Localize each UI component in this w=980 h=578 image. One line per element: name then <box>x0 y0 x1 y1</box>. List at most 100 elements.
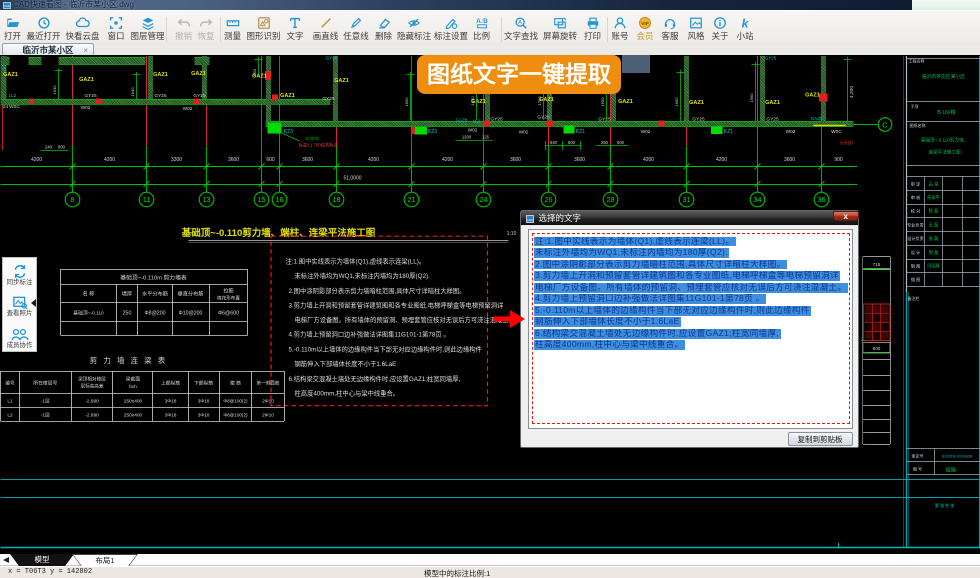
svg-text:Φ8@100(2): Φ8@100(2) <box>223 413 248 418</box>
svg-text:GAZ1: GAZ1 <box>191 71 206 77</box>
svg-text:设 计: 设 计 <box>911 249 921 256</box>
svg-text:W0C: W0C <box>831 129 842 135</box>
svg-text:1690: 1690 <box>600 97 605 107</box>
svg-text:11: 11 <box>143 195 150 204</box>
svg-text:940: 940 <box>550 140 558 145</box>
svg-text:剪 力 墙 连 梁 表: 剪 力 墙 连 梁 表 <box>90 355 167 365</box>
svg-text:4200: 4200 <box>368 157 379 163</box>
svg-text:梁顶相对楼层: 梁顶相对楼层 <box>78 376 106 383</box>
svg-text:临沂市罗庄区某小区: 临沂市罗庄区某小区 <box>922 73 965 80</box>
svg-text:编号: 编号 <box>5 380 15 387</box>
svg-text:子项: 子项 <box>911 103 919 109</box>
svg-text:GY25: GY25 <box>322 96 335 102</box>
svg-text:GAZ1: GAZ1 <box>79 77 94 83</box>
svg-text:制 图: 制 图 <box>911 263 921 270</box>
svg-text:3600: 3600 <box>302 157 313 163</box>
svg-text:1690: 1690 <box>749 93 754 103</box>
svg-text:3Φ18: 3Φ18 <box>165 413 177 419</box>
svg-text:基础顶~-0.110m 剪力墙表: 基础顶~-0.110m 剪力墙表 <box>120 274 187 282</box>
svg-text:4200: 4200 <box>31 157 42 163</box>
svg-text:GY25: GY25 <box>326 56 338 61</box>
svg-text:21: 21 <box>408 195 416 204</box>
svg-text:W02: W02 <box>183 106 193 112</box>
svg-text:结施-: 结施- <box>946 467 958 474</box>
svg-text:260: 260 <box>601 140 609 145</box>
svg-text:层标高高差: 层标高高差 <box>81 383 104 390</box>
svg-text:基础顶~-0.110剪力墙、端柱、连梁平法施工图: 基础顶~-0.110剪力墙、端柱、连梁平法施工图 <box>181 227 375 239</box>
svg-text:1690: 1690 <box>404 97 409 107</box>
svg-text:第一侧面筋: 第一侧面筋 <box>257 380 280 387</box>
svg-text:GY25: GY25 <box>154 93 167 99</box>
svg-text:朱家平: 朱家平 <box>927 194 941 201</box>
svg-text:L1: L1 <box>7 399 13 405</box>
svg-text:Φ6@600: Φ6@600 <box>218 311 239 317</box>
svg-text:下部纵筋: 下部纵筋 <box>194 380 213 387</box>
svg-text:3.剪力墙上开洞和预留套管详建筑图和各专业图纸,电梯呼梯盒等: 3.剪力墙上开洞和预留套管详建筑图和各专业图纸,电梯呼梯盒等电梯预留洞详 <box>289 301 504 310</box>
svg-text:15: 15 <box>258 195 266 204</box>
svg-text:梁截面: 梁截面 <box>126 376 141 383</box>
svg-text:600: 600 <box>266 157 275 163</box>
svg-text:SJ2019-JG3-B36: SJ2019-JG3-B36 <box>942 454 973 459</box>
svg-text:张 磊: 张 磊 <box>929 235 939 242</box>
svg-text:1640: 1640 <box>130 87 135 97</box>
svg-text:未标注外墙均为WQ1,未标注内墙均为180厚(Q2).: 未标注外墙均为WQ1,未标注内墙均为180厚(Q2). <box>295 271 431 280</box>
svg-text:上部纵筋: 上部纵筋 <box>161 380 180 387</box>
svg-text:设计负责: 设计负责 <box>907 235 924 242</box>
svg-text:冯国琴: 冯国琴 <box>927 263 941 270</box>
svg-text:钢筋伸入下部墙体长度不小于1.6LaE: 钢筋伸入下部墙体长度不小于1.6LaE <box>295 359 397 368</box>
svg-text:GY25: GY25 <box>84 93 97 99</box>
svg-text:描 图: 描 图 <box>911 276 921 283</box>
svg-text:注:1.图中实线表示为墙体(Q1),虚线表示连梁(LL)。: 注:1.图中实线表示为墙体(Q1),虚线表示连梁(LL)。 <box>286 257 426 266</box>
svg-text:240: 240 <box>45 145 53 150</box>
svg-text:1200: 1200 <box>462 135 472 140</box>
svg-text:A: A <box>518 20 522 26</box>
svg-text:3300: 3300 <box>171 157 182 163</box>
svg-text:600: 600 <box>568 140 576 145</box>
svg-text:2Φ10: 2Φ10 <box>262 413 274 419</box>
svg-text:-1层: -1层 <box>41 399 50 405</box>
svg-text:图 号: 图 号 <box>913 466 922 472</box>
svg-text:3600: 3600 <box>784 157 795 163</box>
svg-text:KZ1: KZ1 <box>724 129 733 135</box>
svg-text:2.图中涂阴影部分表示剪力墙暗柱范围,具体尺寸详暗柱大样图。: 2.图中涂阴影部分表示剪力墙暗柱范围,具体尺寸详暗柱大样图。 <box>289 286 466 295</box>
svg-text:W0C: W0C <box>9 104 20 110</box>
svg-text:C: C <box>882 120 888 129</box>
svg-text:3600: 3600 <box>510 157 521 163</box>
svg-text:1780: 1780 <box>537 96 542 106</box>
svg-text:16: 16 <box>276 195 284 204</box>
svg-text:基础顶~-0.110剪力墙、: 基础顶~-0.110剪力墙、 <box>921 137 969 144</box>
svg-text:250: 250 <box>123 311 132 317</box>
svg-text:第 张 共 张: 第 张 共 张 <box>935 502 954 508</box>
svg-text:W02: W02 <box>81 105 91 111</box>
svg-text:审 核: 审 核 <box>911 194 921 201</box>
svg-text:基础顶~-0.110: 基础顶~-0.110 <box>73 310 104 317</box>
svg-text:250x400: 250x400 <box>124 399 143 405</box>
svg-text:GY25: GY25 <box>766 117 779 123</box>
svg-text:电梯厂方设备图。所有墙体的预留洞、预埋套管应核对无误后方可浇: 电梯厂方设备图。所有墙体的预留洞、预埋套管应核对无误后方可浇注混凝土。 <box>295 315 515 324</box>
svg-text:18: 18 <box>333 195 341 204</box>
svg-text:KZ3: KZ3 <box>428 129 437 135</box>
svg-text:125: 125 <box>482 135 490 140</box>
svg-text:26: 26 <box>545 195 553 204</box>
svg-text:LL2: LL2 <box>2 64 7 72</box>
svg-text:28: 28 <box>607 195 615 204</box>
svg-text:-2.990: -2.990 <box>85 399 99 405</box>
svg-text:KZ1: KZ1 <box>576 129 585 135</box>
svg-text:箍 筋: 箍 筋 <box>230 380 241 387</box>
svg-text:所在楼层号: 所在楼层号 <box>33 380 57 387</box>
svg-text:W02: W02 <box>468 128 478 134</box>
svg-text:GY25: GY25 <box>692 117 705 123</box>
svg-text:4200: 4200 <box>442 157 453 163</box>
svg-text:bxh: bxh <box>129 384 137 390</box>
svg-text:G.Q7m: G.Q7m <box>306 136 320 141</box>
svg-text:LL2: LL2 <box>9 93 17 98</box>
svg-text:连梁平法施工图: 连梁平法施工图 <box>928 149 961 156</box>
svg-text:1640: 1640 <box>52 85 57 95</box>
svg-text:陈 磊: 陈 磊 <box>929 208 939 215</box>
svg-text:5.-0.110m以上墙体的边缘构件当下部无对应边缘构件时,: 5.-0.110m以上墙体的边缘构件当下部无对应边缘构件时,则此边缘构件 <box>289 345 482 354</box>
svg-text:600: 600 <box>617 140 625 145</box>
svg-text:吕 星: 吕 星 <box>929 181 939 187</box>
svg-text:垂直分布筋: 垂直分布筋 <box>178 290 204 298</box>
svg-text:拉筋: 拉筋 <box>223 287 233 295</box>
svg-text:1690: 1690 <box>674 97 679 107</box>
